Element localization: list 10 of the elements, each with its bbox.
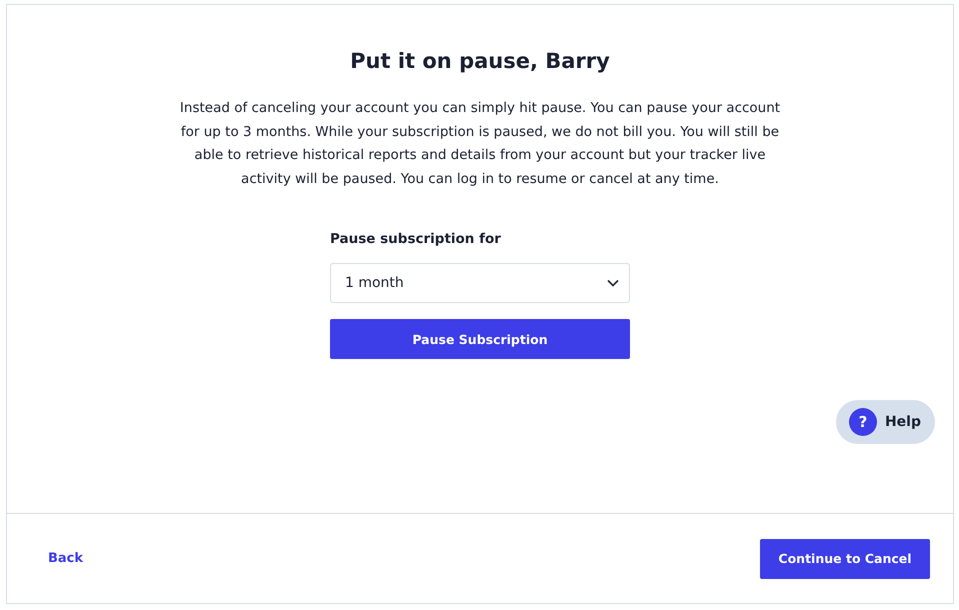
duration-dropdown[interactable]: 1 month: [330, 263, 630, 303]
back-link[interactable]: Back: [48, 551, 84, 566]
chevron-down-icon: [607, 279, 619, 287]
page-title: Put it on pause, Barry: [350, 48, 610, 75]
help-button[interactable]: ? Help: [836, 400, 935, 444]
pause-subscription-button[interactable]: Pause Subscription: [330, 319, 630, 359]
question-icon: ?: [848, 408, 877, 436]
description-text: Instead of canceling your account you can simply hit pause. You can pause your account for up to 3 months. While your subscription is paused, we do not bill you. You will still be able to retrieve historical reports and details from your account but your tracker live activity will be paused. You can log in to resume or cancel at any time.: [178, 99, 782, 188]
field-label: Pause subscription for: [330, 230, 502, 249]
continue-to-cancel-button[interactable]: Continue to Cancel: [760, 538, 930, 578]
